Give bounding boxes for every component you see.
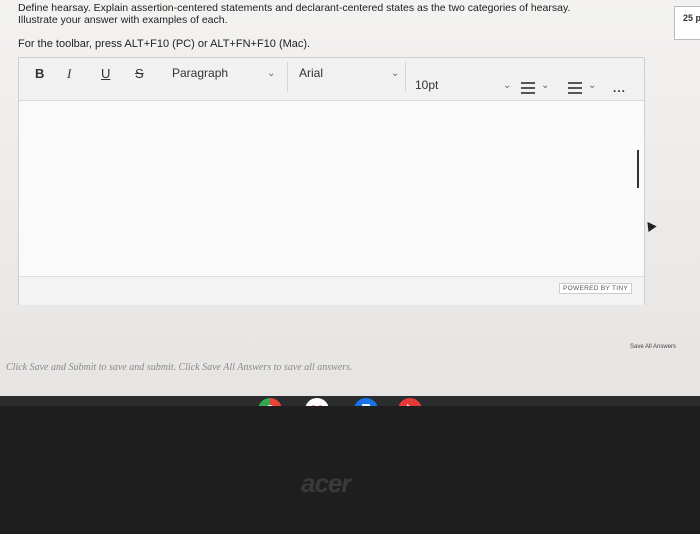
strikethrough-button[interactable]: S [135, 66, 144, 81]
chevron-down-icon: ⌄ [503, 80, 512, 91]
chevron-down-icon: ⌄ [588, 80, 597, 91]
chevron-down-icon: ⌄ [267, 68, 276, 79]
font-select-label: Arial [299, 66, 324, 80]
browser-screen: Define hearsay. Explain assertion-center… [0, 0, 700, 410]
toolbar-divider [405, 62, 406, 92]
font-size-select-label: 10pt [415, 78, 439, 92]
text-cursor [637, 150, 639, 188]
save-all-answers-button[interactable]: Save All Answers [630, 344, 676, 350]
laptop-brand-logo: acer [301, 468, 351, 498]
chevron-down-icon: ⌄ [391, 68, 400, 79]
submit-instructions: Click Save and Submit to save and submit… [6, 362, 353, 373]
question-line-2: Illustrate your answer with examples of … [18, 14, 228, 26]
mouse-pointer-icon [643, 218, 657, 233]
more-options-button[interactable]: ... [613, 81, 626, 95]
italic-button[interactable]: I [67, 66, 71, 82]
powered-by-tiny-link[interactable]: POWERED BY TINY [559, 283, 632, 294]
points-badge: 25 p [674, 6, 700, 40]
rich-text-editor: B I U S Paragraph ⌄ Arial ⌄ 10pt ⌄ ⌄ ⌄ .… [18, 57, 645, 305]
paragraph-select-label: Paragraph [172, 66, 229, 80]
question-text: Define hearsay. Explain assertion-center… [18, 2, 618, 26]
question-line-1: Define hearsay. Explain assertion-center… [18, 2, 571, 14]
chevron-down-icon: ⌄ [541, 80, 550, 91]
editor-statusbar: POWERED BY TINY [19, 276, 644, 305]
bold-button[interactable]: B [35, 66, 44, 81]
laptop-bezel: acer [0, 406, 700, 534]
toolbar-hint: For the toolbar, press ALT+F10 (PC) or A… [18, 38, 311, 50]
underline-button[interactable]: U [101, 66, 110, 81]
toolbar-divider [287, 62, 288, 92]
editor-toolbar: B I U S Paragraph ⌄ Arial ⌄ 10pt ⌄ ⌄ ⌄ .… [19, 58, 644, 101]
bullet-list-icon [521, 82, 535, 94]
numbered-list-icon [568, 82, 582, 94]
editor-content-area[interactable] [19, 101, 644, 276]
